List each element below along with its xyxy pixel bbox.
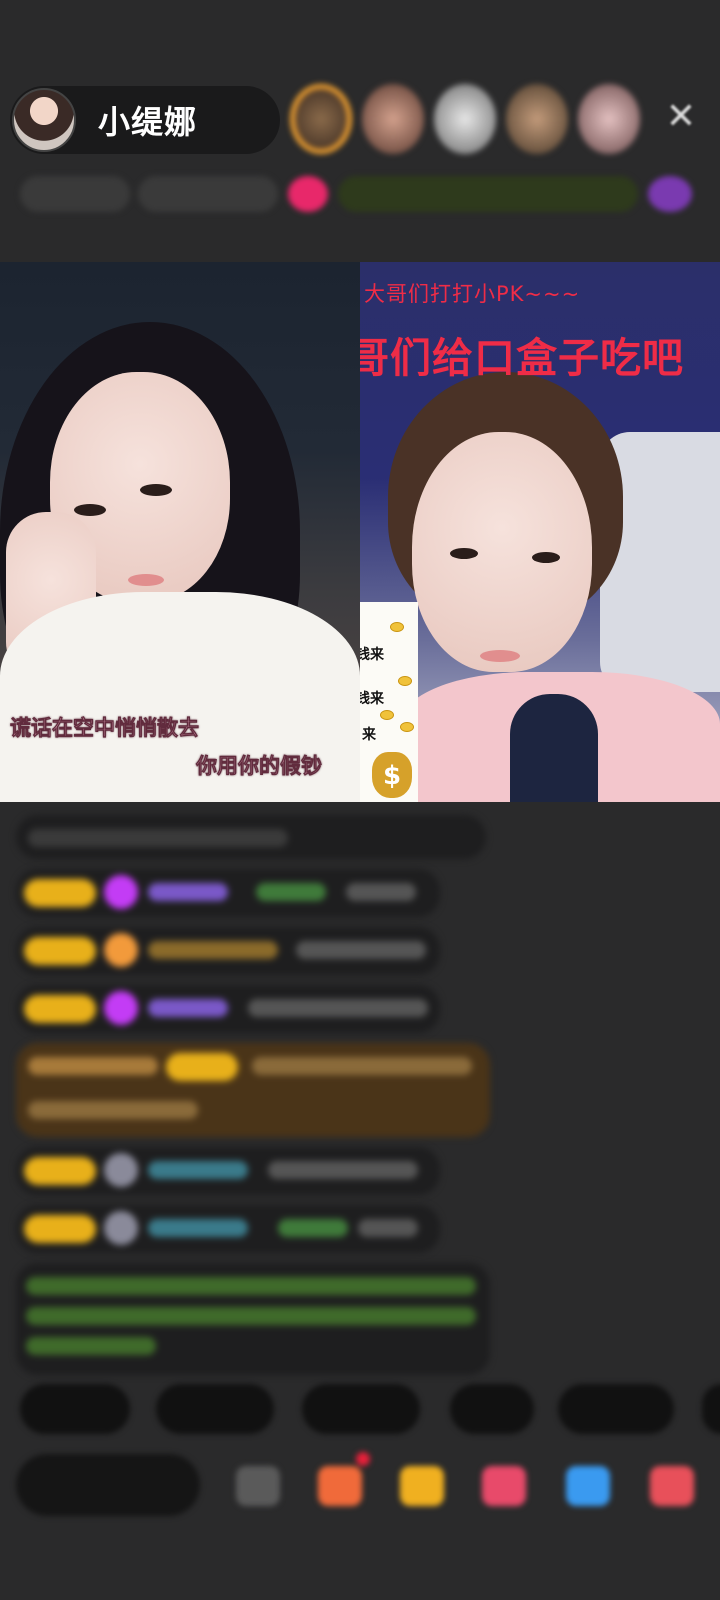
- money-text-1: 钱来: [360, 647, 384, 663]
- left-streamer-video[interactable]: 谎话在空中悄悄散去 你用你的假钞: [0, 262, 360, 802]
- quick-reply-chip[interactable]: [20, 1384, 130, 1434]
- room-tag[interactable]: [138, 176, 278, 212]
- room-tags: [20, 170, 700, 218]
- avatar: [104, 1153, 138, 1187]
- live-room: 小缇娜 ✕ 谎话在空中悄悄散去 你用你的假钞 大哥们打打小PK~~~ 哥们给口盒…: [0, 0, 720, 1600]
- level-badge: [166, 1053, 238, 1081]
- level-badge: [24, 879, 96, 907]
- streamer-eye: [74, 504, 106, 516]
- streamer-lips: [480, 650, 520, 662]
- chat-message[interactable]: [16, 869, 440, 917]
- money-text-3: 来: [362, 727, 376, 743]
- host-info[interactable]: 小缇娜: [10, 86, 280, 154]
- streamer-eye: [140, 484, 172, 496]
- room-tag[interactable]: [20, 176, 130, 212]
- chat-text: [28, 1101, 198, 1119]
- gift-box-icon[interactable]: [318, 1466, 362, 1506]
- chat-text: [26, 1277, 476, 1295]
- quick-reply-chip[interactable]: [156, 1384, 274, 1434]
- host-avatar[interactable]: [12, 88, 76, 152]
- chat-text: [148, 883, 228, 901]
- viewer-avatar[interactable]: [578, 84, 640, 154]
- gift-icon[interactable]: [288, 176, 328, 212]
- gift-icon: [104, 875, 138, 909]
- viewer-avatar[interactable]: [506, 84, 568, 154]
- pk-video[interactable]: 谎话在空中悄悄散去 你用你的假钞 大哥们打打小PK~~~ 哥们给口盒子吃吧 钱来…: [0, 262, 720, 802]
- host-name: 小缇娜: [98, 103, 198, 141]
- viewer-avatar[interactable]: [362, 84, 424, 154]
- streamer-eye: [450, 548, 478, 559]
- chat-text: [296, 941, 426, 959]
- chat-text: [256, 883, 326, 901]
- chat-text: [252, 1057, 472, 1075]
- chat-message[interactable]: [16, 927, 440, 975]
- pk-banner-line-1: 大哥们打打小PK~~~: [364, 282, 581, 306]
- viewer-avatar[interactable]: [290, 84, 352, 154]
- money-text-2: 钱来: [360, 691, 384, 707]
- emoji-icon[interactable]: [236, 1466, 280, 1506]
- chat-text: [148, 1161, 248, 1179]
- chat-text: [148, 1219, 248, 1237]
- coin-icon: [380, 710, 394, 720]
- notification-dot: [356, 1452, 370, 1466]
- coin-icon: [390, 622, 404, 632]
- gift-icon: [104, 991, 138, 1025]
- streamer-eye: [532, 552, 560, 563]
- room-tag[interactable]: [648, 176, 692, 212]
- quick-reply-chip[interactable]: [302, 1384, 420, 1434]
- chat-text: [346, 883, 416, 901]
- chat-message[interactable]: [16, 985, 440, 1033]
- chat-message[interactable]: [16, 1147, 440, 1195]
- chat-text: [28, 1057, 158, 1075]
- streamer-lips: [128, 574, 164, 586]
- chat-text: [358, 1219, 418, 1237]
- quick-reply-chip[interactable]: [558, 1384, 674, 1434]
- lyric-line-1: 谎话在空中悄悄散去: [10, 716, 200, 741]
- chat-text: [248, 999, 428, 1017]
- avatar: [104, 1211, 138, 1245]
- chat-message[interactable]: [16, 1205, 440, 1253]
- chat-text: [26, 1307, 476, 1325]
- level-badge: [24, 1157, 96, 1185]
- quick-reply-chip[interactable]: [702, 1384, 720, 1434]
- lyric-line-2: 你用你的假钞: [196, 754, 323, 779]
- heart-icon[interactable]: [482, 1466, 526, 1506]
- microphone: [510, 694, 598, 802]
- system-message: [16, 1263, 490, 1375]
- right-streamer-video[interactable]: 大哥们打打小PK~~~ 哥们给口盒子吃吧 钱来 钱来 来 $: [360, 262, 720, 802]
- moneybag-icon: $: [372, 752, 412, 798]
- quick-reply-chip[interactable]: [450, 1384, 534, 1434]
- viewer-avatar[interactable]: [434, 84, 496, 154]
- level-badge: [24, 1215, 96, 1243]
- chat-text: [268, 1161, 418, 1179]
- chat-text: [278, 1219, 348, 1237]
- chat-message[interactable]: [16, 1043, 490, 1137]
- chat-text: [148, 999, 228, 1017]
- comment-input[interactable]: [16, 1454, 200, 1516]
- chat-text: [28, 829, 288, 847]
- coin-icon: [400, 722, 414, 732]
- gift-icon: [104, 933, 138, 967]
- quick-reply-chips: [0, 1384, 720, 1436]
- bottom-toolbar: [0, 1452, 720, 1528]
- room-tag[interactable]: [338, 176, 638, 212]
- close-icon[interactable]: ✕: [664, 99, 698, 135]
- money-sticker: 钱来 钱来 来 $: [360, 602, 418, 802]
- pk-banner-line-2: 哥们给口盒子吃吧: [360, 334, 684, 382]
- top-viewers: [290, 84, 640, 154]
- streamer-face: [412, 432, 592, 672]
- chat-text: [148, 941, 278, 959]
- game-icon[interactable]: [566, 1466, 610, 1506]
- chat-text: [26, 1337, 156, 1355]
- more-icon[interactable]: [650, 1466, 694, 1506]
- gift-icon[interactable]: [400, 1466, 444, 1506]
- level-badge: [24, 995, 96, 1023]
- level-badge: [24, 937, 96, 965]
- chat-message[interactable]: [16, 815, 486, 859]
- coin-icon: [398, 676, 412, 686]
